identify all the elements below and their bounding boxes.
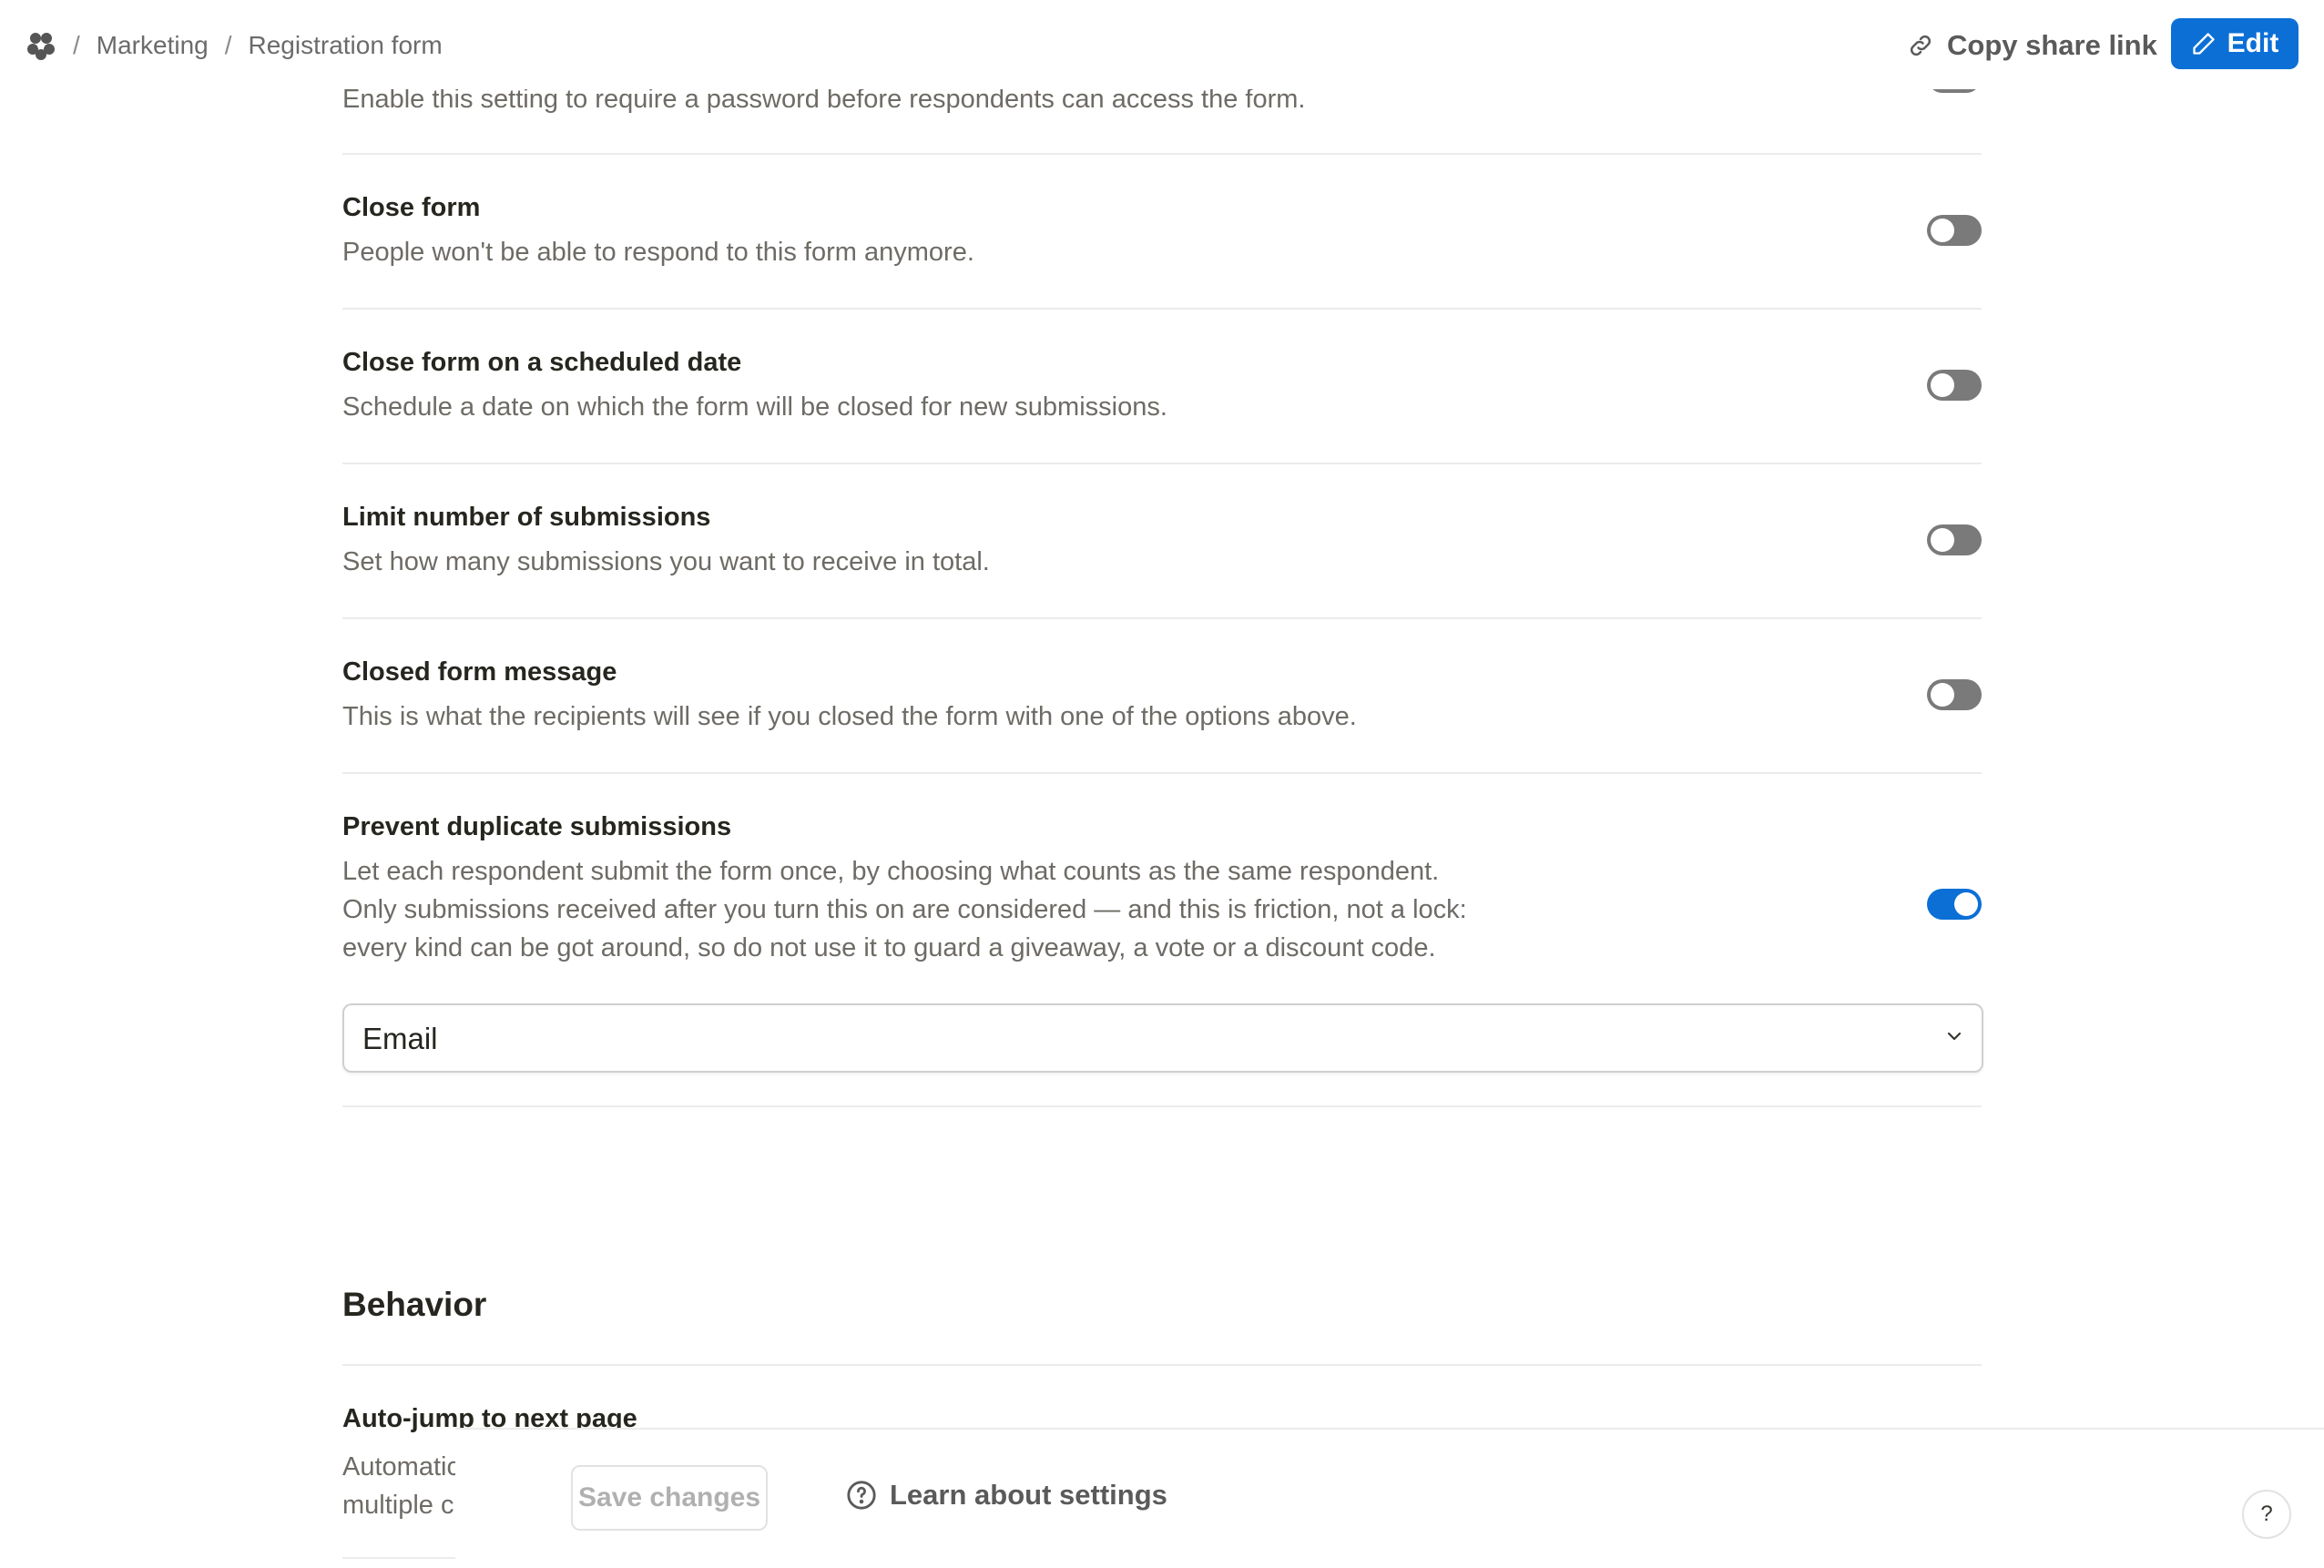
toggle-knob (1931, 683, 1954, 707)
top-bar: / Marketing / Registration form Copy sha… (0, 0, 2324, 89)
toggle-knob (1931, 219, 1954, 242)
scheduled-close-toggle[interactable] (1927, 370, 1982, 401)
setting-row-scheduled-close: Close form on a scheduled date Schedule … (342, 308, 1982, 464)
select-value: Email (362, 1022, 438, 1055)
edit-button[interactable]: Edit (2171, 18, 2299, 69)
respondent-identity-select[interactable]: Email (342, 1003, 1983, 1073)
breadcrumb: / Marketing / Registration form (25, 27, 443, 64)
setting-description: Schedule a date on which the form will b… (342, 392, 1167, 422)
setting-description-line: every kind can be got around, so do not … (342, 933, 1436, 962)
question-circle-icon (847, 1481, 876, 1510)
copy-share-link-label: Copy share link (1947, 29, 2157, 61)
toggle-knob (1954, 892, 1978, 916)
setting-description: People won't be able to respond to this … (342, 238, 974, 267)
setting-description: Set how many submissions you want to rec… (342, 547, 990, 576)
link-icon (1910, 35, 1932, 56)
setting-row-close-form: Close form People won't be able to respo… (342, 153, 1982, 310)
chevron-down-icon (1947, 1032, 1962, 1041)
breadcrumb-separator: / (224, 31, 232, 59)
setting-description-line: Only submissions received after you turn… (342, 895, 1467, 924)
breadcrumb-registration-form[interactable]: Registration form (249, 31, 443, 60)
edit-label: Edit (2227, 28, 2279, 58)
breadcrumb-separator: / (73, 31, 80, 59)
help-button[interactable]: ? (2242, 1490, 2291, 1539)
copy-share-link-button[interactable]: Copy share link (1907, 27, 2157, 64)
workspace-logo-icon[interactable] (25, 30, 56, 61)
setting-title: Close form (342, 193, 481, 222)
setting-title: Prevent duplicate submissions (342, 812, 732, 841)
bottom-action-bar: Save changes Learn about settings ? (0, 1428, 2324, 1568)
setting-description-line: Let each respondent submit the form once… (342, 857, 1440, 886)
setting-title: Closed form message (342, 657, 617, 687)
breadcrumb-marketing[interactable]: Marketing (97, 31, 209, 60)
toggle-knob (1931, 528, 1954, 552)
setting-row-closed-message: Closed form message This is what the rec… (342, 617, 1982, 774)
setting-description: This is what the recipients will see if … (342, 702, 1357, 731)
setting-row-limit-submissions: Limit number of submissions Set how many… (342, 463, 1982, 619)
toggle-knob (1931, 373, 1954, 397)
limit-submissions-toggle[interactable] (1927, 524, 1982, 555)
save-changes-label: Save changes (577, 1482, 761, 1512)
close-form-toggle[interactable] (1927, 215, 1982, 246)
learn-about-settings-label: Learn about settings (890, 1479, 1167, 1511)
setting-title: Close form on a scheduled date (342, 348, 742, 377)
pencil-icon (2192, 33, 2215, 55)
closed-message-toggle[interactable] (1927, 679, 1982, 710)
learn-about-settings-link[interactable]: Learn about settings (846, 1475, 1167, 1515)
setting-title: Limit number of submissions (342, 503, 711, 532)
section-divider (342, 1364, 1982, 1366)
behavior-heading: Behavior (342, 1286, 487, 1323)
save-changes-button[interactable]: Save changes (571, 1465, 768, 1531)
prevent-duplicates-toggle[interactable] (1927, 889, 1982, 920)
